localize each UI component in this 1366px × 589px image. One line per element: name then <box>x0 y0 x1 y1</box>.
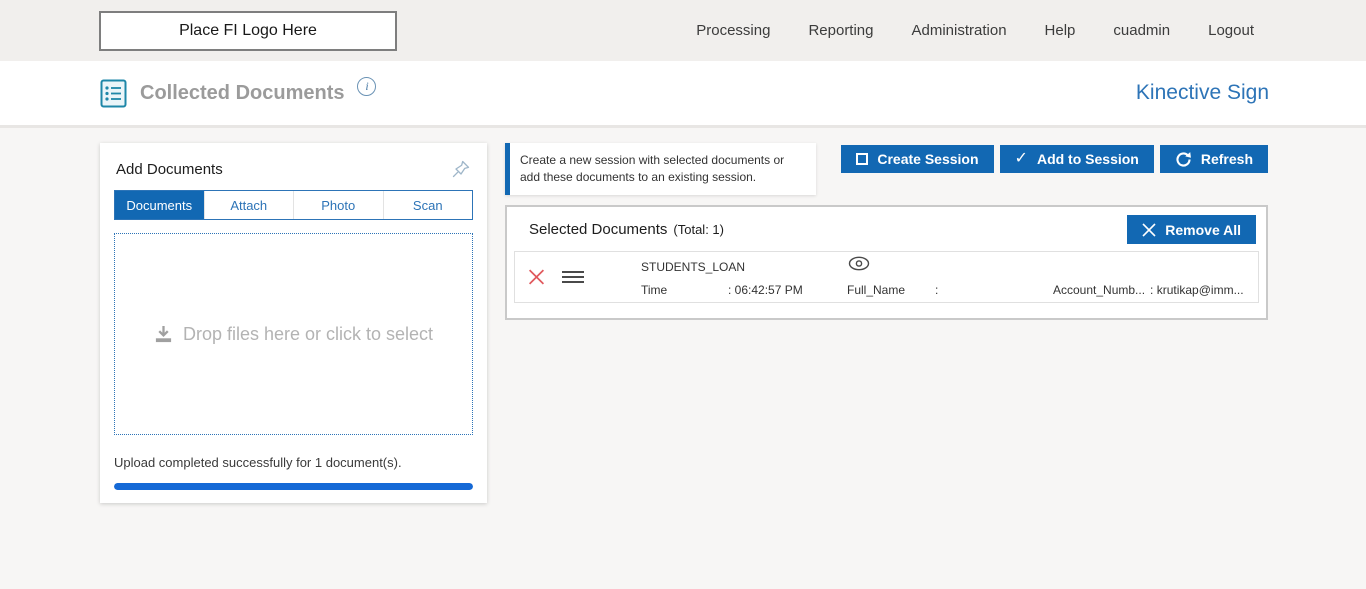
add-documents-card: Add Documents Documents Attach Photo Sca… <box>100 143 487 503</box>
page-header: Collected Documents i Kinective Sign <box>0 61 1366 128</box>
selected-documents-title: Selected Documents <box>529 221 667 238</box>
add-documents-title: Add Documents <box>116 161 223 178</box>
x-icon <box>1142 223 1156 237</box>
tab-scan[interactable]: Scan <box>384 191 473 219</box>
session-info-banner: Create a new session with selected docum… <box>505 143 816 195</box>
preview-eye-icon[interactable] <box>847 255 871 272</box>
checkmark-icon: ✓ <box>1015 151 1028 167</box>
account-label: Account_Numb... <box>1053 283 1145 297</box>
pin-icon[interactable] <box>451 159 471 179</box>
nav-item-processing[interactable]: Processing <box>696 22 770 39</box>
remove-all-button[interactable]: Remove All <box>1127 215 1256 244</box>
upload-progress-fill <box>114 483 473 490</box>
refresh-icon <box>1175 151 1192 168</box>
upload-status-text: Upload completed successfully for 1 docu… <box>114 455 473 470</box>
create-session-label: Create Session <box>877 151 978 167</box>
download-icon <box>154 325 173 344</box>
session-toolbar: Create Session ✓ Add to Session Refresh <box>841 145 1268 173</box>
full-name-label: Full_Name <box>847 283 905 297</box>
selected-documents-panel: Selected Documents (Total: 1) Remove All <box>505 205 1268 320</box>
time-value: : 06:42:57 PM <box>728 283 803 297</box>
full-name-value: : <box>935 283 938 297</box>
main-content: Add Documents Documents Attach Photo Sca… <box>0 128 1366 586</box>
main-nav: Processing Reporting Administration Help… <box>696 22 1254 39</box>
collected-documents-icon <box>100 79 127 108</box>
account-value: : krutikap@imm... <box>1150 283 1244 297</box>
nav-item-reporting[interactable]: Reporting <box>808 22 873 39</box>
upload-progress-bar <box>114 483 473 490</box>
account-field: Account_Numb... : krutikap@imm... <box>1053 283 1244 297</box>
nav-item-logout[interactable]: Logout <box>1208 22 1254 39</box>
square-icon <box>856 153 868 165</box>
tab-documents[interactable]: Documents <box>115 191 205 219</box>
remove-all-label: Remove All <box>1165 222 1241 238</box>
time-label: Time <box>641 283 667 297</box>
document-row: STUDENTS_LOAN Time : 06:42:57 PM Full_Na… <box>514 251 1259 303</box>
add-to-session-label: Add to Session <box>1037 151 1139 167</box>
file-dropzone[interactable]: Drop files here or click to select <box>114 233 473 435</box>
tab-photo[interactable]: Photo <box>294 191 384 219</box>
nav-item-user-cuadmin[interactable]: cuadmin <box>1113 22 1170 39</box>
nav-item-administration[interactable]: Administration <box>912 22 1007 39</box>
nav-item-help[interactable]: Help <box>1045 22 1076 39</box>
refresh-label: Refresh <box>1201 151 1253 167</box>
top-bar: Place FI Logo Here Processing Reporting … <box>0 0 1366 61</box>
create-session-button[interactable]: Create Session <box>841 145 993 173</box>
remove-document-icon[interactable] <box>528 269 545 286</box>
add-documents-tabs: Documents Attach Photo Scan <box>114 190 473 220</box>
dropzone-text: Drop files here or click to select <box>183 324 433 345</box>
add-to-session-button[interactable]: ✓ Add to Session <box>1000 145 1154 173</box>
info-icon[interactable]: i <box>357 77 376 96</box>
tab-attach[interactable]: Attach <box>205 191 295 219</box>
document-name: STUDENTS_LOAN <box>641 260 745 274</box>
page-title: Collected Documents <box>140 82 344 105</box>
fi-logo-placeholder[interactable]: Place FI Logo Here <box>99 11 397 51</box>
refresh-button[interactable]: Refresh <box>1160 145 1268 173</box>
brand-name: Kinective Sign <box>1136 81 1269 105</box>
drag-handle-icon[interactable] <box>562 268 584 286</box>
selected-documents-total: (Total: 1) <box>673 222 724 237</box>
